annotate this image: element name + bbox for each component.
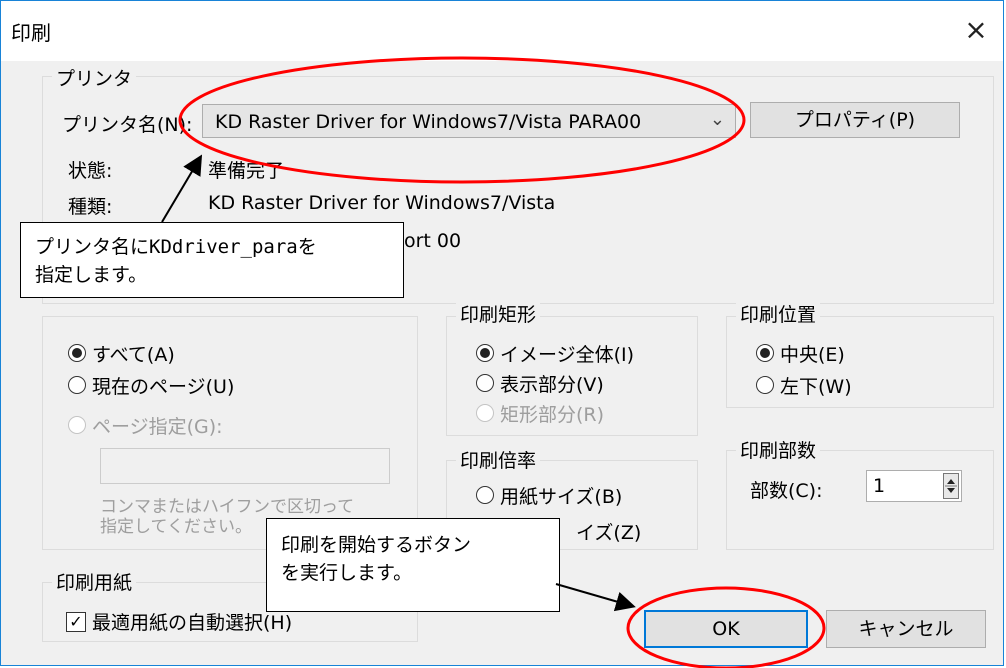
copies-value: 1 (873, 475, 886, 497)
print-scale-group-label: 印刷倍率 (456, 446, 541, 473)
radio-paper-size[interactable] (476, 486, 494, 504)
auto-select-label: 最適用紙の自動選択(H) (92, 612, 293, 634)
radio-whole-image[interactable] (476, 344, 494, 362)
radio-rect-area-label: 矩形部分(R) (500, 404, 605, 426)
ok-note-callout: 印刷を開始するボタン を実行します。 (266, 518, 560, 612)
type-value: KD Raster Driver for Windows7/Vista (208, 192, 556, 214)
close-icon[interactable]: × (953, 7, 999, 53)
page-range-input[interactable] (100, 448, 390, 484)
copies-label: 部数(C): (750, 480, 823, 502)
radio-scale-option2-label: イズ(Z) (576, 522, 642, 544)
location-value: ort 00 (404, 230, 462, 252)
copies-group-label: 印刷部数 (736, 436, 821, 463)
printer-group-label: プリンタ (52, 64, 137, 91)
copies-stepper[interactable]: 1 (866, 470, 962, 502)
radio-current-page[interactable] (68, 376, 86, 394)
print-position-group (726, 316, 994, 408)
radio-visible-area[interactable] (476, 374, 494, 392)
radio-center[interactable] (756, 344, 774, 362)
radio-whole-image-label: イメージ全体(I) (500, 344, 635, 366)
radio-visible-area-label: 表示部分(V) (500, 374, 604, 396)
ok-button[interactable]: OK (644, 610, 808, 648)
cancel-button[interactable]: キャンセル (826, 610, 986, 648)
page-range-hint-2: 指定してください。 (100, 517, 252, 537)
chevron-down-icon: ⌄ (709, 109, 725, 130)
properties-button[interactable]: プロパティ(P) (750, 102, 960, 138)
title-bar: 印刷 × (1, 1, 1003, 61)
ok-note-line2: を実行します。 (281, 562, 413, 584)
paper-group-label: 印刷用紙 (52, 568, 137, 595)
spin-arrows-icon[interactable] (943, 473, 959, 499)
printer-name-label: プリンタ名(N): (62, 114, 193, 136)
radio-center-label: 中央(E) (780, 344, 845, 366)
print-rect-group-label: 印刷矩形 (456, 300, 541, 327)
auto-select-checkbox[interactable]: ✓ (66, 612, 86, 632)
radio-rect-area[interactable] (476, 404, 494, 422)
printer-note-callout: プリンタ名にKDdriver_paraを 指定します。 (20, 222, 404, 298)
status-label: 状態: (68, 160, 113, 182)
radio-bottom-left[interactable] (756, 376, 774, 394)
ok-note-line1: 印刷を開始するボタン (281, 534, 472, 556)
printer-name-select[interactable]: KD Raster Driver for Windows7/Vista PARA… (202, 104, 736, 138)
radio-page-range[interactable] (68, 416, 86, 434)
radio-paper-size-label: 用紙サイズ(B) (500, 486, 623, 508)
radio-all[interactable] (68, 344, 86, 362)
radio-bottom-left-label: 左下(W) (780, 376, 852, 398)
radio-all-label: すべて(A) (92, 344, 175, 366)
status-value: 準備完了 (208, 160, 285, 182)
radio-current-page-label: 現在のページ(U) (92, 376, 235, 398)
printer-note-line2: 指定します。 (35, 264, 148, 286)
printer-note-line1: プリンタ名にKDdriver_paraを (35, 236, 317, 258)
radio-page-range-label: ページ指定(G): (92, 416, 223, 438)
type-label: 種類: (68, 196, 113, 218)
window-title: 印刷 (11, 21, 51, 45)
print-position-group-label: 印刷位置 (736, 300, 821, 327)
spin-arrows-glyph (945, 479, 957, 493)
printer-name-value: KD Raster Driver for Windows7/Vista PARA… (215, 111, 642, 133)
